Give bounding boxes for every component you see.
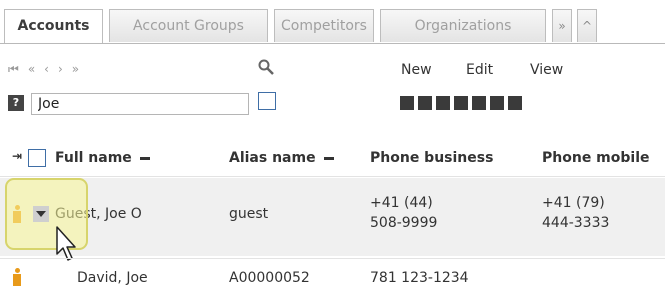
person-icon [13,268,21,286]
view-button[interactable]: View [530,62,563,78]
cell-alias: guest [229,206,269,222]
first-page-icon[interactable]: ⏮ [8,62,22,76]
tab-divider [0,43,665,44]
search-icon[interactable] [257,58,277,78]
next-icon[interactable]: › [58,62,66,76]
new-button[interactable]: New [401,62,432,78]
row-menu-dropdown-icon[interactable] [33,206,49,222]
previous-set-icon[interactable]: « [28,62,38,76]
cell-alias: A00000052 [229,270,310,286]
tab-collapse-button[interactable]: ^ [577,9,597,42]
tab-accounts[interactable]: Accounts [4,9,103,44]
star-icon[interactable] [454,96,468,110]
row-divider [0,258,665,259]
edit-button[interactable]: Edit [466,62,493,78]
column-header-phone-business[interactable]: Phone business [370,150,493,166]
document-icon[interactable] [472,96,486,110]
list-icon[interactable] [508,96,522,110]
tab-more-button[interactable]: » [552,9,572,42]
cell-phone-mobile: +41 (79) 444-3333 [542,195,610,231]
mouse-cursor-icon [56,226,76,261]
column-width-icon[interactable]: ⇥ [12,149,22,163]
filter-checkbox[interactable] [258,92,276,110]
header-divider [0,176,665,177]
select-all-checkbox[interactable] [28,149,46,167]
cell-phone-business: 781 123-1234 [370,270,469,286]
next-set-icon[interactable]: » [72,62,82,76]
cell-full-name[interactable]: David, Joe [77,268,148,288]
tab-account-groups[interactable]: Account Groups [109,9,268,42]
column-header-alias-name[interactable]: Alias name [229,150,334,166]
tab-bar: Accounts Account Groups Competitors Orga… [0,0,665,44]
sort-icon [139,156,150,160]
column-header-full-name[interactable]: Full name [55,150,150,166]
tab-organizations[interactable]: Organizations [380,9,546,42]
checked-icon[interactable] [490,96,504,110]
form-icon[interactable] [436,96,450,110]
pager-nav: ⏮ « ‹ › » [8,62,88,77]
column-header-phone-mobile[interactable]: Phone mobile [542,150,650,166]
tab-competitors[interactable]: Competitors [274,9,374,42]
previous-icon[interactable]: ‹ [44,62,52,76]
action-icons [400,95,526,111]
columns-icon[interactable] [418,96,432,110]
delete-icon[interactable] [400,96,414,110]
sort-icon [323,156,334,160]
search-input[interactable] [31,93,249,115]
help-icon[interactable]: ? [8,95,24,111]
cell-phone-business: +41 (44) 508-9999 [370,195,438,231]
